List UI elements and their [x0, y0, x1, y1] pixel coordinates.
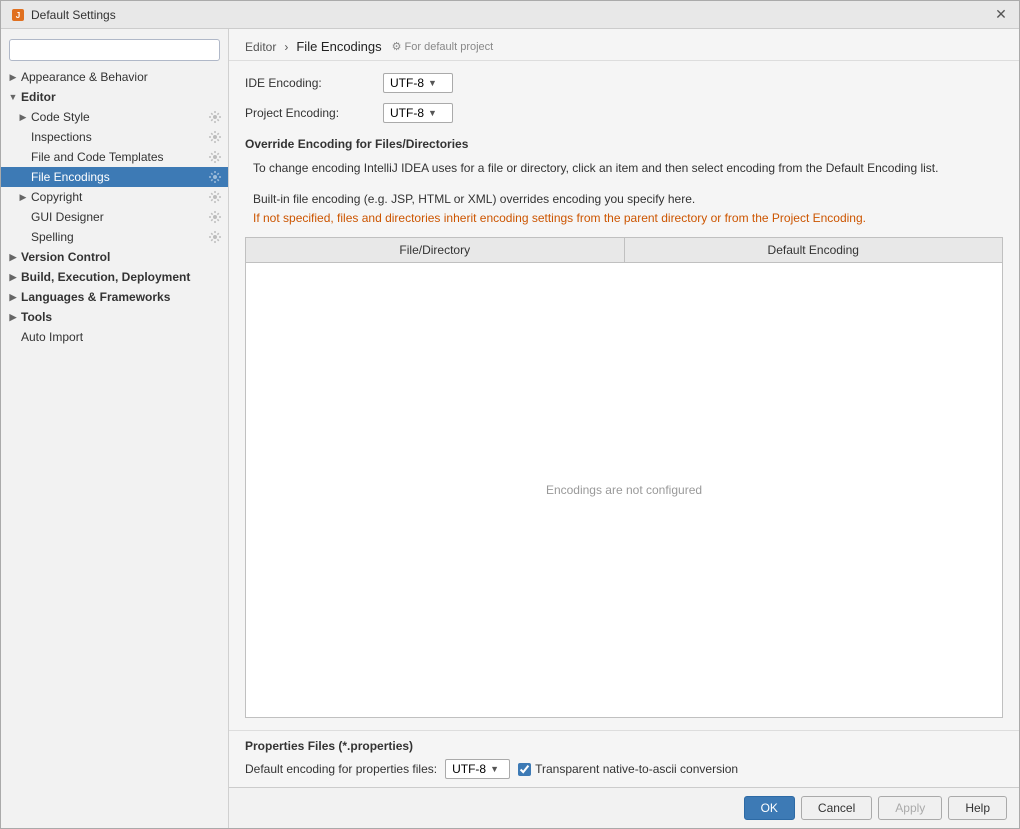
main-content: ▶ Appearance & Behavior ▼ Editor ▶ Code … — [1, 29, 1019, 828]
dropdown-arrow-icon: ▼ — [490, 764, 499, 774]
title-bar-left: J Default Settings — [11, 8, 116, 22]
properties-encoding-dropdown[interactable]: UTF-8 ▼ — [445, 759, 510, 779]
arrow-icon: ▼ — [7, 91, 19, 103]
sidebar-item-inspections[interactable]: ▶ Inspections — [1, 127, 228, 147]
sidebar-item-label: Tools — [21, 310, 222, 324]
title-bar: J Default Settings ✕ — [1, 1, 1019, 29]
ok-button[interactable]: OK — [744, 796, 795, 820]
sidebar-item-label: Code Style — [31, 110, 208, 124]
arrow-icon: ▶ — [17, 191, 29, 203]
gear-icon — [208, 210, 222, 224]
breadcrumb: Editor — [245, 40, 276, 54]
sidebar-item-label: Appearance & Behavior — [21, 70, 222, 84]
sidebar-item-label: Inspections — [31, 130, 208, 144]
sidebar-item-label: Build, Execution, Deployment — [21, 270, 222, 284]
sidebar-item-appearance[interactable]: ▶ Appearance & Behavior — [1, 67, 228, 87]
table-body: Encodings are not configured — [246, 263, 1002, 717]
sidebar-item-gui-designer[interactable]: ▶ GUI Designer — [1, 207, 228, 227]
sidebar-item-build-execution[interactable]: ▶ Build, Execution, Deployment — [1, 267, 228, 287]
override-section-header: Override Encoding for Files/Directories — [245, 137, 1003, 151]
sidebar-item-spelling[interactable]: ▶ Spelling — [1, 227, 228, 247]
sidebar-item-code-style[interactable]: ▶ Code Style — [1, 107, 228, 127]
sidebar-item-languages[interactable]: ▶ Languages & Frameworks — [1, 287, 228, 307]
table-col-file: File/Directory — [246, 238, 625, 262]
svg-text:J: J — [16, 11, 20, 20]
gear-icon — [208, 230, 222, 244]
app-icon: J — [11, 8, 25, 22]
properties-encoding-label: Default encoding for properties files: — [245, 762, 437, 776]
sidebar-item-file-code-templates[interactable]: ▶ File and Code Templates — [1, 147, 228, 167]
search-input[interactable] — [9, 39, 220, 61]
sidebar-item-label: GUI Designer — [31, 210, 208, 224]
bottom-bar: OK Cancel Apply Help — [229, 787, 1019, 828]
sidebar-item-label: File Encodings — [31, 170, 208, 184]
project-encoding-label: Project Encoding: — [245, 106, 375, 120]
help-button[interactable]: Help — [948, 796, 1007, 820]
arrow-icon: ▶ — [7, 251, 19, 263]
properties-title: Properties Files (*.properties) — [245, 739, 1003, 753]
project-encoding-value: UTF-8 — [390, 106, 424, 120]
arrow-icon: ▶ — [7, 271, 19, 283]
sidebar: ▶ Appearance & Behavior ▼ Editor ▶ Code … — [1, 29, 229, 828]
info-text-2: Built-in file encoding (e.g. JSP, HTML o… — [245, 190, 1003, 228]
arrow-icon: ▶ — [7, 71, 19, 83]
gear-icon — [208, 190, 222, 204]
sidebar-item-label: File and Code Templates — [31, 150, 208, 164]
properties-row: Default encoding for properties files: U… — [245, 759, 1003, 779]
gear-icon — [208, 110, 222, 124]
table-header: File/Directory Default Encoding — [246, 238, 1002, 263]
ide-encoding-label: IDE Encoding: — [245, 76, 375, 90]
gear-icon — [208, 150, 222, 164]
transparent-checkbox-row: Transparent native-to-ascii conversion — [518, 762, 738, 776]
close-button[interactable]: ✕ — [993, 7, 1009, 23]
apply-button[interactable]: Apply — [878, 796, 942, 820]
panel-body: IDE Encoding: UTF-8 ▼ Project Encoding: … — [229, 61, 1019, 730]
transparent-checkbox[interactable] — [518, 763, 531, 776]
dropdown-arrow-icon: ▼ — [428, 108, 437, 118]
ide-encoding-value: UTF-8 — [390, 76, 424, 90]
sidebar-item-version-control[interactable]: ▶ Version Control — [1, 247, 228, 267]
for-default-label: ⚙ For default project — [392, 40, 494, 53]
arrow-icon: ▶ — [7, 291, 19, 303]
right-panel: Editor › File Encodings ⚙ For default pr… — [229, 29, 1019, 828]
dialog-title: Default Settings — [31, 8, 116, 22]
encoding-table: File/Directory Default Encoding Encoding… — [245, 237, 1003, 718]
gear-icon — [208, 170, 222, 184]
cancel-button[interactable]: Cancel — [801, 796, 872, 820]
sidebar-item-label: Spelling — [31, 230, 208, 244]
sidebar-item-file-encodings[interactable]: ▶ File Encodings — [1, 167, 228, 187]
breadcrumb-separator: › — [284, 40, 288, 54]
project-encoding-row: Project Encoding: UTF-8 ▼ — [245, 103, 1003, 123]
sidebar-item-copyright[interactable]: ▶ Copyright — [1, 187, 228, 207]
sidebar-item-tools[interactable]: ▶ Tools — [1, 307, 228, 327]
info-text-orange: If not specified, files and directories … — [253, 211, 866, 225]
table-empty-text: Encodings are not configured — [546, 483, 702, 497]
properties-encoding-value: UTF-8 — [452, 762, 486, 776]
gear-icon — [208, 130, 222, 144]
dialog: J Default Settings ✕ ▶ Appearance & Beha… — [0, 0, 1020, 829]
properties-section: Properties Files (*.properties) Default … — [229, 730, 1019, 787]
panel-title: File Encodings — [296, 39, 381, 54]
ide-encoding-dropdown[interactable]: UTF-8 ▼ — [383, 73, 453, 93]
transparent-label: Transparent native-to-ascii conversion — [535, 762, 738, 776]
sidebar-item-label: Editor — [21, 90, 222, 104]
arrow-icon: ▶ — [7, 311, 19, 323]
sidebar-item-label: Auto Import — [21, 330, 222, 344]
sidebar-item-label: Copyright — [31, 190, 208, 204]
sidebar-item-auto-import[interactable]: ▶ Auto Import — [1, 327, 228, 347]
sidebar-item-label: Languages & Frameworks — [21, 290, 222, 304]
panel-header: Editor › File Encodings ⚙ For default pr… — [229, 29, 1019, 61]
arrow-icon: ▶ — [17, 111, 29, 123]
ide-encoding-row: IDE Encoding: UTF-8 ▼ — [245, 73, 1003, 93]
project-encoding-dropdown[interactable]: UTF-8 ▼ — [383, 103, 453, 123]
info-text-1: To change encoding IntelliJ IDEA uses fo… — [245, 159, 1003, 178]
sidebar-item-label: Version Control — [21, 250, 222, 264]
sidebar-item-editor[interactable]: ▼ Editor — [1, 87, 228, 107]
dropdown-arrow-icon: ▼ — [428, 78, 437, 88]
table-col-encoding: Default Encoding — [625, 238, 1003, 262]
